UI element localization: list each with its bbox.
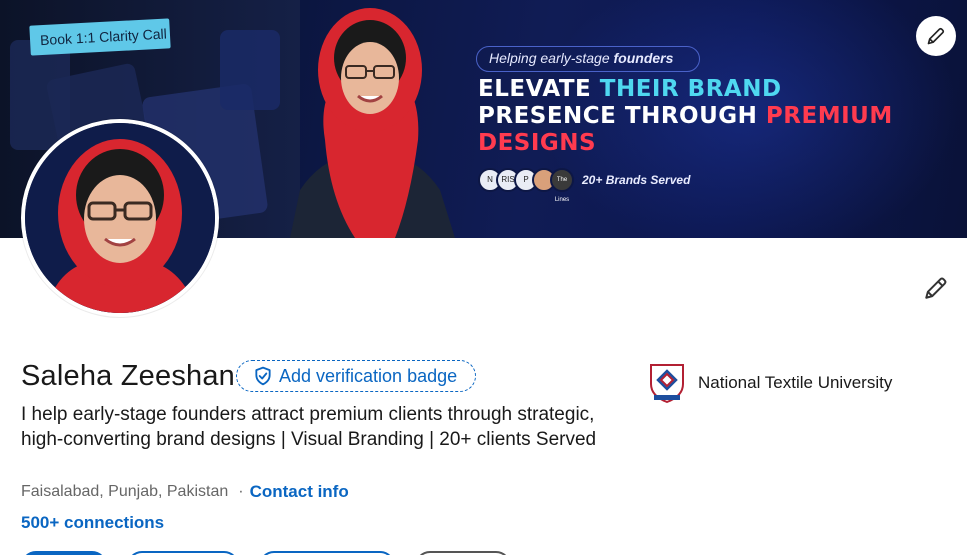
profile-actions: [21, 551, 511, 555]
add-profile-section-button[interactable]: [127, 551, 239, 555]
verify-label: Add verification badge: [279, 365, 458, 386]
profile-name: Saleha Zeeshan: [21, 360, 236, 392]
brands-served-row: N RIS P The Lines 20+ Brands Served: [478, 166, 691, 203]
pencil-icon: [927, 27, 945, 45]
location-row: Faisalabad, Punjab, Pakistan · Contact i…: [21, 482, 349, 502]
profile-avatar[interactable]: [21, 119, 219, 317]
location-text: Faisalabad, Punjab, Pakistan: [21, 483, 229, 500]
resources-button[interactable]: [415, 551, 511, 555]
enhance-profile-button[interactable]: [259, 551, 395, 555]
banner-headline: ELEVATE THEIR BRAND PRESENCE THROUGH PRE…: [478, 76, 893, 156]
separator: ·: [238, 483, 244, 500]
helping-founders-pill: Helping early-stage founders: [476, 46, 700, 72]
edit-intro-button[interactable]: [916, 268, 956, 308]
banner-portrait: [290, 8, 455, 238]
profile-headline: I help early-stage founders attract prem…: [21, 404, 597, 450]
avatar-portrait: [25, 123, 215, 313]
add-verification-badge-button[interactable]: Add verification badge: [236, 360, 476, 392]
open-to-button[interactable]: [21, 551, 107, 555]
connections-link[interactable]: 500+ connections: [21, 513, 164, 533]
edit-banner-button[interactable]: [916, 16, 956, 56]
shield-check-icon: [255, 366, 271, 386]
brands-served-text: 20+ Brands Served: [582, 173, 691, 187]
education-university-link[interactable]: National Textile University: [646, 362, 892, 404]
university-crest-icon: [650, 364, 684, 404]
contact-info-link[interactable]: Contact info: [250, 482, 349, 502]
brand-logo: The Lines: [550, 168, 574, 203]
pencil-icon: [925, 277, 947, 299]
university-name: National Textile University: [698, 373, 893, 392]
